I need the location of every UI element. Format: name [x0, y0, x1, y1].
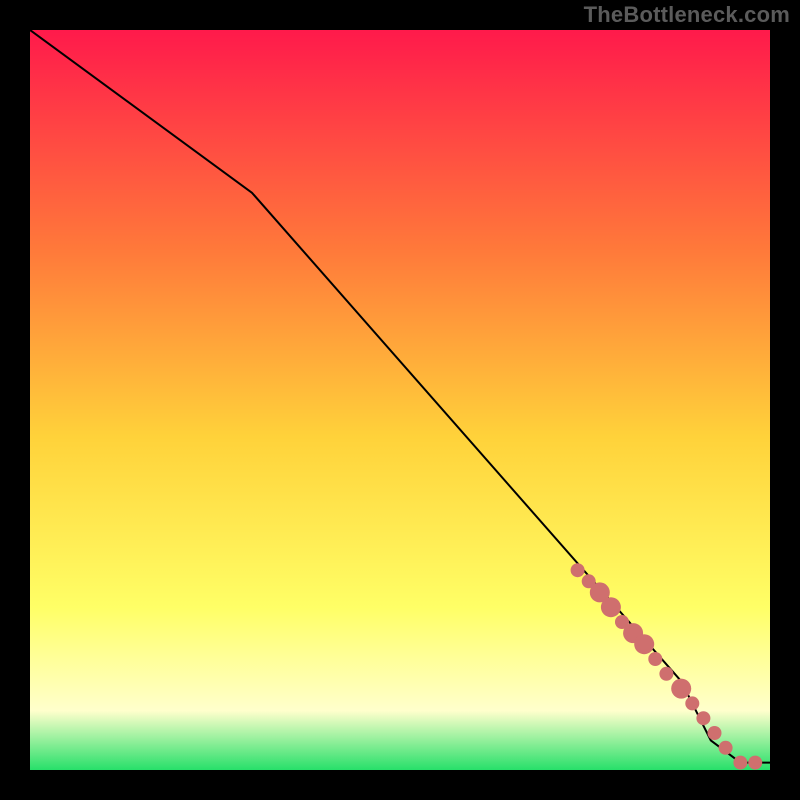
- marker-point: [696, 711, 710, 725]
- marker-point: [707, 726, 721, 740]
- marker-point: [685, 696, 699, 710]
- marker-point: [634, 634, 654, 654]
- marker-point: [571, 563, 585, 577]
- marker-point: [671, 679, 691, 699]
- chart-svg: [30, 30, 770, 770]
- chart-frame: TheBottleneck.com: [0, 0, 800, 800]
- marker-point: [748, 756, 762, 770]
- marker-point: [719, 741, 733, 755]
- marker-point: [601, 597, 621, 617]
- watermark-text: TheBottleneck.com: [584, 2, 790, 28]
- plot-area: [30, 30, 770, 770]
- marker-point: [648, 652, 662, 666]
- marker-point: [659, 667, 673, 681]
- marker-point: [733, 756, 747, 770]
